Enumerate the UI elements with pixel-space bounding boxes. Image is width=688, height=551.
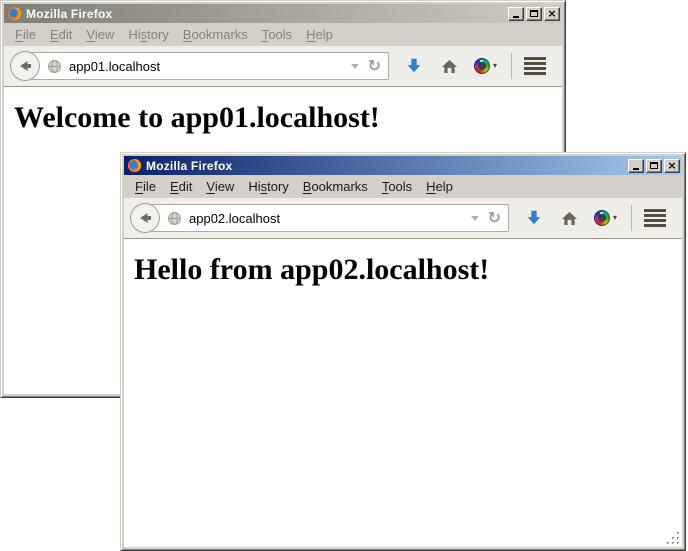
titlebar[interactable]: Mozilla Firefox × — [124, 156, 682, 175]
download-button[interactable] — [525, 209, 543, 227]
home-icon — [441, 58, 458, 74]
home-icon — [561, 210, 578, 226]
url-text: app01.localhost — [69, 59, 351, 74]
hamburger-menu-button[interactable] — [644, 209, 666, 227]
menu-item-history[interactable]: History — [121, 25, 175, 44]
back-button[interactable] — [10, 51, 40, 81]
menu-item-view[interactable]: View — [199, 177, 241, 196]
page-heading: Hello from app02.localhost! — [134, 253, 682, 287]
navigation-toolbar: app02.localhost ↻ ▾ — [124, 198, 682, 239]
menu-item-tools[interactable]: Tools — [255, 25, 299, 44]
url-bar[interactable]: app02.localhost ↻ — [144, 204, 509, 232]
maximize-icon — [650, 162, 658, 169]
home-button[interactable] — [561, 210, 578, 226]
color-wheel-icon — [474, 58, 490, 74]
url-bar[interactable]: app01.localhost ↻ — [24, 52, 389, 80]
menu-bar: FileEditViewHistoryBookmarksToolsHelp — [4, 23, 562, 46]
close-button[interactable]: × — [664, 159, 680, 173]
firefox-window-app02: Mozilla Firefox × FileEditViewHistoryBoo… — [120, 152, 686, 551]
globe-icon[interactable] — [47, 59, 62, 74]
menu-item-bookmarks[interactable]: Bookmarks — [176, 25, 255, 44]
minimize-button[interactable] — [628, 159, 644, 173]
close-icon: × — [667, 161, 676, 171]
maximize-button[interactable] — [526, 7, 542, 21]
reload-icon[interactable]: ↻ — [488, 210, 501, 226]
url-text: app02.localhost — [189, 211, 471, 226]
back-arrow-icon — [137, 210, 153, 226]
menu-item-help[interactable]: Help — [299, 25, 340, 44]
minimize-button[interactable] — [508, 7, 524, 21]
window-title: Mozilla Firefox — [146, 159, 628, 173]
menu-item-bookmarks[interactable]: Bookmarks — [296, 177, 375, 196]
globe-icon[interactable] — [167, 211, 182, 226]
page-content: Hello from app02.localhost! — [124, 239, 682, 547]
chevron-down-icon: ▾ — [613, 214, 617, 222]
minimize-icon — [513, 16, 519, 18]
menu-item-edit[interactable]: Edit — [43, 25, 79, 44]
chevron-down-icon: ▾ — [493, 62, 497, 70]
minimize-icon — [633, 168, 639, 170]
toolbar-separator — [511, 53, 512, 79]
page-heading: Welcome to app01.localhost! — [14, 101, 562, 135]
addon-button[interactable]: ▾ — [474, 58, 497, 74]
menu-bar: FileEditViewHistoryBookmarksToolsHelp — [124, 175, 682, 198]
download-arrow-icon — [405, 57, 423, 75]
firefox-icon[interactable] — [127, 158, 142, 173]
titlebar[interactable]: Mozilla Firefox × — [4, 4, 562, 23]
hamburger-menu-button[interactable] — [524, 57, 546, 75]
menu-item-edit[interactable]: Edit — [163, 177, 199, 196]
menu-item-view[interactable]: View — [79, 25, 121, 44]
color-wheel-icon — [594, 210, 610, 226]
window-title: Mozilla Firefox — [26, 7, 508, 21]
download-button[interactable] — [405, 57, 423, 75]
urlbar-dropdown-icon[interactable] — [471, 216, 479, 221]
home-button[interactable] — [441, 58, 458, 74]
close-button[interactable]: × — [544, 7, 560, 21]
menu-item-file[interactable]: File — [128, 177, 163, 196]
menu-item-history[interactable]: History — [241, 177, 295, 196]
close-icon: × — [547, 9, 556, 19]
download-arrow-icon — [525, 209, 543, 227]
reload-icon[interactable]: ↻ — [368, 58, 381, 74]
firefox-icon[interactable] — [7, 6, 22, 21]
maximize-button[interactable] — [646, 159, 662, 173]
resize-grip[interactable] — [666, 531, 681, 546]
menu-item-help[interactable]: Help — [419, 177, 460, 196]
addon-button[interactable]: ▾ — [594, 210, 617, 226]
back-button[interactable] — [130, 203, 160, 233]
back-arrow-icon — [17, 58, 33, 74]
menu-item-tools[interactable]: Tools — [375, 177, 419, 196]
maximize-icon — [530, 10, 538, 17]
toolbar-separator — [631, 205, 632, 231]
navigation-toolbar: app01.localhost ↻ ▾ — [4, 46, 562, 87]
menu-item-file[interactable]: File — [8, 25, 43, 44]
urlbar-dropdown-icon[interactable] — [351, 64, 359, 69]
